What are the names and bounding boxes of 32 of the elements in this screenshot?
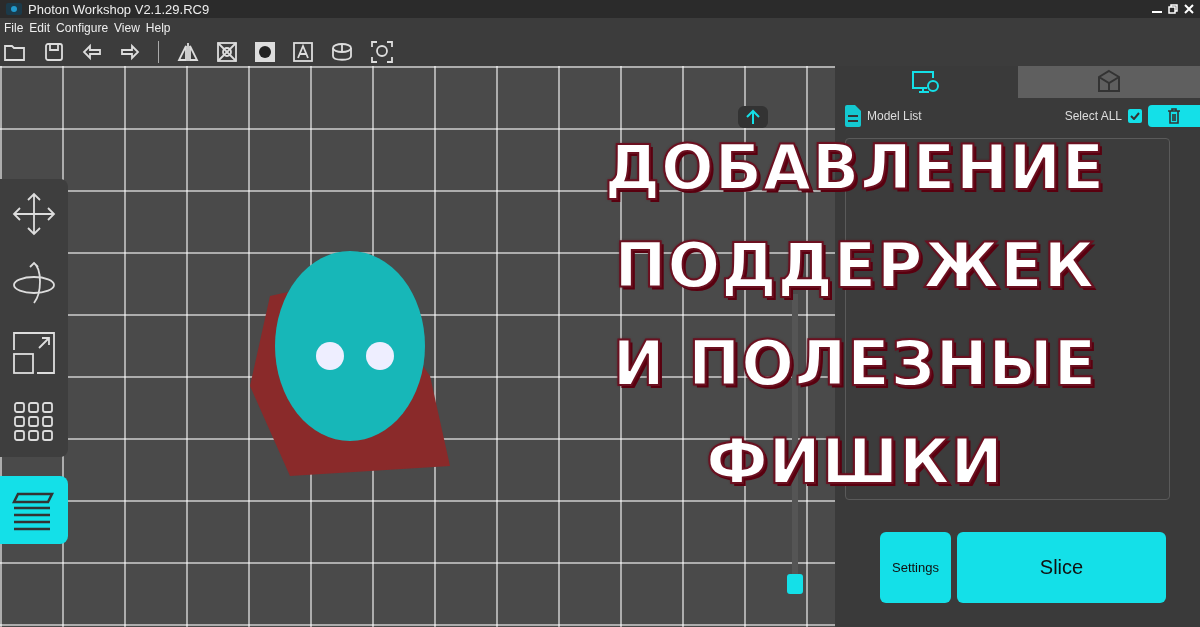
- menu-item[interactable]: View: [114, 21, 140, 35]
- menu-item[interactable]: File: [4, 21, 24, 35]
- restore-icon[interactable]: [1168, 4, 1178, 14]
- window-title: Photon Workshop V2.1.29.RC9: [28, 1, 211, 17]
- settings-button[interactable]: Settings: [880, 532, 951, 603]
- up-arrow-icon: [745, 109, 761, 125]
- document-icon: [845, 105, 861, 127]
- cube-icon: [1095, 69, 1122, 95]
- mirror-icon[interactable]: [177, 42, 199, 62]
- move-icon: [11, 190, 57, 237]
- folder-icon[interactable]: [4, 43, 26, 61]
- scale-icon: [11, 329, 57, 376]
- save-icon[interactable]: [44, 42, 64, 62]
- trash-icon: [1167, 108, 1181, 124]
- monitor-gear-icon: [911, 70, 942, 94]
- select-all-checkbox[interactable]: [1128, 109, 1142, 123]
- cylinder-icon[interactable]: [331, 42, 353, 62]
- close-icon[interactable]: [1184, 4, 1194, 14]
- menu-item[interactable]: Help: [145, 21, 171, 35]
- text-icon[interactable]: [293, 42, 313, 62]
- layers-button[interactable]: [0, 476, 68, 544]
- face-scan-icon[interactable]: [371, 41, 393, 63]
- slice-button[interactable]: Slice: [957, 532, 1166, 603]
- app-logo-icon: [6, 3, 22, 15]
- select-all-label: Select ALL: [1064, 109, 1122, 123]
- redo-icon[interactable]: [120, 43, 140, 61]
- delete-button[interactable]: [1148, 105, 1200, 127]
- menu-item[interactable]: Configure: [56, 21, 109, 35]
- layer-slider-thumb[interactable]: [787, 574, 803, 594]
- undo-icon[interactable]: [82, 43, 102, 61]
- menu-item[interactable]: Edit: [29, 21, 51, 35]
- model-list-title: Model List: [867, 109, 923, 123]
